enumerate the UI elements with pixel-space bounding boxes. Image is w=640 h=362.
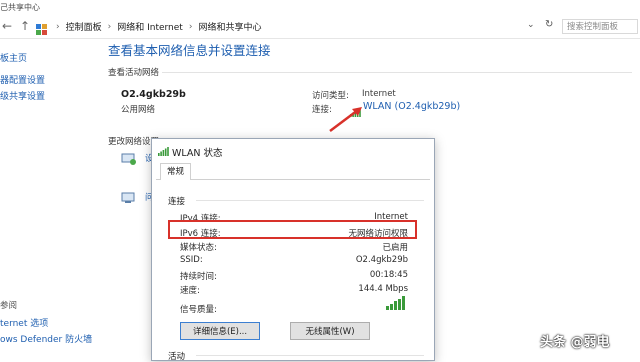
duration-value: 00:18:45 bbox=[369, 270, 408, 280]
section-connection-label: 连接 bbox=[168, 197, 186, 207]
signal-quality-label: 信号质量: bbox=[180, 305, 217, 315]
breadcrumb-item-network-internet[interactable]: 网络和 Internet bbox=[117, 20, 183, 33]
search-input[interactable]: 搜索控制面板 bbox=[562, 19, 638, 34]
wlan-connection-link[interactable]: WLAN (O2.4gkb29b) bbox=[363, 101, 460, 112]
ipv6-highlight-box bbox=[168, 220, 417, 239]
refresh-icon[interactable]: ↻ bbox=[545, 19, 553, 30]
divider bbox=[196, 355, 424, 356]
wifi-signal-icon bbox=[158, 147, 169, 159]
breadcrumb-separator: › bbox=[56, 21, 60, 32]
media-state-label: 媒体状态: bbox=[180, 243, 217, 253]
access-type-value: Internet bbox=[362, 89, 396, 99]
window-title: 己共享中心 bbox=[0, 3, 40, 12]
section-activity-label: 活动 bbox=[168, 352, 186, 362]
breadcrumb-item-control-panel[interactable]: 控制面板 bbox=[66, 20, 102, 33]
speed-label: 速度: bbox=[180, 286, 200, 296]
details-button[interactable]: 详细信息(E)... bbox=[180, 322, 260, 340]
sidebar-item-advanced-sharing[interactable]: 级共享设置 bbox=[0, 89, 45, 102]
window-titlebar: 己共享中心 bbox=[0, 0, 640, 14]
divider bbox=[162, 72, 632, 73]
sidebar-item-adapter-settings[interactable]: 器配置设置 bbox=[0, 73, 45, 86]
dialog-title: WLAN 状态 bbox=[172, 148, 223, 159]
network-name: O2.4gkb29b bbox=[121, 89, 186, 100]
sidebar-item-home[interactable]: 板主页 bbox=[0, 51, 27, 64]
speed-value: 144.4 Mbps bbox=[358, 284, 408, 294]
breadcrumb: › 控制面板 › 网络和 Internet › 网络和共享中心 bbox=[56, 20, 261, 34]
back-arrow-icon[interactable]: ← bbox=[2, 19, 12, 33]
divider bbox=[196, 200, 424, 201]
new-connection-icon bbox=[121, 151, 137, 170]
network-type: 公用网络 bbox=[121, 105, 156, 115]
ssid-label: SSID: bbox=[180, 255, 203, 265]
active-networks-label: 查看活动网络 bbox=[108, 68, 160, 78]
troubleshoot-icon bbox=[121, 190, 137, 209]
dialog-tabbar: 常规 bbox=[156, 163, 430, 180]
see-also-label: 参阅 bbox=[0, 301, 18, 311]
up-arrow-icon[interactable]: ↑ bbox=[20, 19, 30, 33]
breadcrumb-item-sharing-center[interactable]: 网络和共享中心 bbox=[198, 20, 261, 33]
sidebar-item-internet-options[interactable]: ternet 选项 bbox=[0, 316, 48, 329]
sidebar-item-firewall[interactable]: ows Defender 防火墙 bbox=[0, 332, 92, 345]
address-bar: ← ↑ › 控制面板 › 网络和 Internet › 网络和共享中心 ⌄ ↻ … bbox=[0, 16, 640, 39]
access-type-label: 访问类型: bbox=[312, 91, 349, 101]
breadcrumb-separator: › bbox=[188, 21, 193, 32]
duration-label: 持续时间: bbox=[180, 272, 217, 282]
watermark-text: 头条 @弱电 bbox=[540, 335, 610, 350]
wireless-properties-button[interactable]: 无线属性(W) bbox=[290, 322, 370, 340]
wlan-status-dialog: WLAN 状态 常规 连接 IPv4 连接: Internet IPv6 连接:… bbox=[151, 138, 435, 362]
address-dropdown-icon[interactable]: ⌄ bbox=[527, 20, 535, 30]
media-state-value: 已启用 bbox=[382, 243, 408, 253]
control-panel-icon bbox=[36, 20, 48, 35]
dialog-titlebar: WLAN 状态 bbox=[152, 139, 434, 163]
ssid-value: O2.4gkb29b bbox=[355, 255, 408, 265]
breadcrumb-separator: › bbox=[107, 21, 112, 32]
annotation-arrow-icon bbox=[329, 107, 362, 132]
page-title: 查看基本网络信息并设置连接 bbox=[108, 43, 271, 58]
signal-quality-icon bbox=[386, 295, 406, 314]
tab-general[interactable]: 常规 bbox=[160, 163, 192, 180]
